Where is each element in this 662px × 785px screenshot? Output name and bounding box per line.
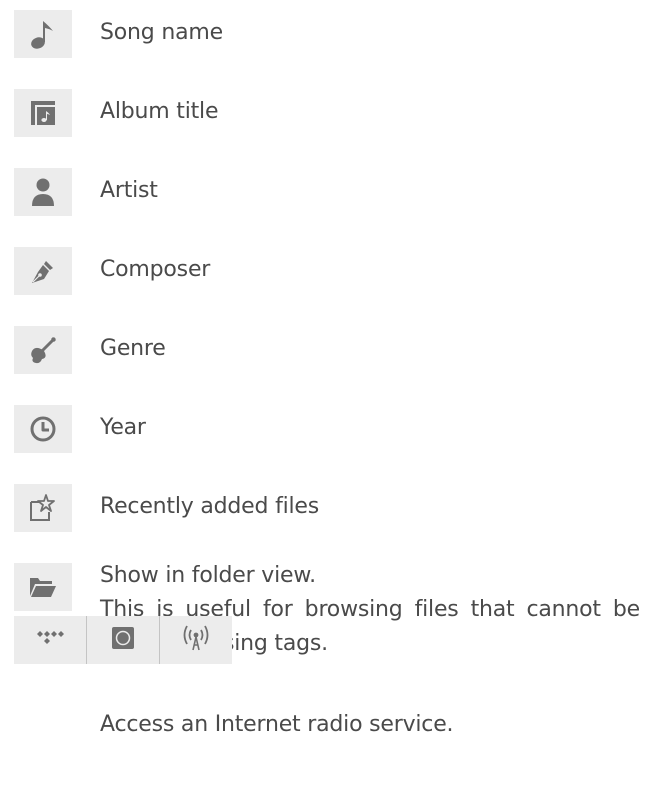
artist-label: Artist [100, 178, 158, 203]
composer-icon-tile[interactable] [14, 247, 72, 295]
genre-icon-tile[interactable] [14, 326, 72, 374]
clock-icon [28, 414, 58, 444]
year-label: Year [100, 415, 146, 440]
tidal-button[interactable] [14, 616, 86, 664]
tidal-icon [35, 628, 65, 652]
song-name-icon-tile[interactable] [14, 10, 72, 58]
genre-label: Genre [100, 336, 166, 361]
internet-radio-description: Access an Internet radio service. [100, 712, 454, 737]
folder-open-icon [28, 574, 58, 600]
folder-view-icon-tile[interactable] [14, 563, 72, 611]
album-title-label: Album title [100, 99, 219, 124]
folder-view-line1: Show in folder view. [100, 563, 316, 588]
artist-icon-tile[interactable] [14, 168, 72, 216]
recently-added-icon-tile[interactable] [14, 484, 72, 532]
qobuz-button[interactable] [86, 616, 159, 664]
person-icon [28, 176, 58, 208]
guitar-icon [27, 334, 59, 366]
new-file-star-icon [27, 492, 59, 524]
pen-nib-icon [27, 255, 59, 287]
composer-label: Composer [100, 257, 211, 282]
album-icon [28, 98, 58, 128]
service-icon-group [14, 616, 232, 664]
internet-radio-icon [180, 623, 212, 657]
song-name-label: Song name [100, 20, 223, 45]
recently-added-label: Recently added files [100, 494, 320, 519]
internet-radio-button[interactable] [159, 616, 232, 664]
year-icon-tile[interactable] [14, 405, 72, 453]
music-note-icon [28, 17, 58, 51]
qobuz-icon [109, 624, 137, 656]
album-title-icon-tile[interactable] [14, 89, 72, 137]
